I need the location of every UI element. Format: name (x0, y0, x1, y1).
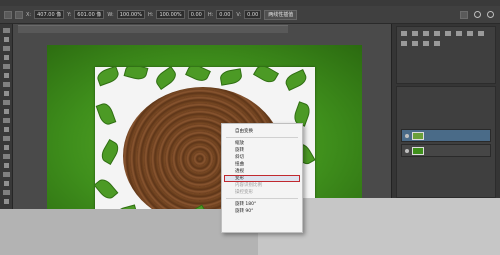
crop-tool-icon[interactable] (3, 64, 10, 69)
leaf-decoration (95, 67, 121, 87)
leaf-decoration (95, 101, 117, 127)
path-select-icon[interactable] (3, 172, 10, 177)
x-label: X: (26, 11, 32, 18)
context-menu-item[interactable]: 旋转 (222, 147, 302, 154)
context-menu-item: 内容识别比例 (235, 183, 262, 188)
gradient-tool-icon[interactable] (4, 127, 9, 132)
black-white-icon[interactable] (478, 31, 484, 36)
history-brush-icon[interactable] (4, 109, 9, 114)
posterize-icon[interactable] (434, 41, 440, 46)
vibrance-icon[interactable] (445, 31, 451, 36)
menu-separator (226, 137, 298, 138)
width-field[interactable]: 100.00% (116, 10, 145, 19)
y-label: Y: (67, 11, 72, 18)
hand-tool-icon[interactable] (3, 190, 10, 195)
h-label: H: (147, 11, 154, 18)
context-menu-item[interactable]: 斜切 (222, 154, 302, 161)
layer-row-1[interactable] (401, 129, 491, 142)
context-menu-item[interactable]: 旋转 90° (222, 208, 302, 215)
layer-thumbnail (412, 147, 424, 155)
eraser-tool-icon[interactable] (3, 118, 10, 123)
transform-context-menu: 自由变换缩放 旋转 斜切 扭曲 透视 变形 内容识别比例 操控变形旋转 180° 旋转 90° (221, 123, 303, 233)
leaf-decoration (123, 67, 149, 82)
healing-tool-icon[interactable] (3, 82, 10, 87)
cancel-transform-icon[interactable] (474, 11, 481, 18)
brush-tool-icon[interactable] (4, 91, 9, 96)
h-skew-field[interactable]: 0.00 (216, 10, 234, 19)
eyedropper-tool-icon[interactable] (4, 73, 9, 78)
leaf-decoration (252, 67, 280, 86)
leaf-decoration (95, 176, 119, 202)
leaf-decoration (152, 67, 180, 91)
blur-tool-icon[interactable] (3, 136, 10, 141)
hue-saturation-icon[interactable] (456, 31, 462, 36)
photo-filter-icon[interactable] (401, 41, 407, 46)
x-field[interactable]: 407.00 像 (34, 10, 65, 19)
commit-transform-icon[interactable] (487, 11, 494, 18)
layer-thumbnail (412, 132, 424, 140)
dodge-tool-icon[interactable] (4, 145, 9, 150)
channel-mixer-icon[interactable] (412, 41, 418, 46)
reference-point-icon[interactable] (15, 10, 23, 19)
options-bar: X: 407.00 像 Y: 601.00 像 W: 100.00% H: 10… (0, 6, 500, 24)
curves-icon[interactable] (423, 31, 429, 36)
layer-row-background[interactable] (401, 144, 491, 157)
context-menu-item[interactable]: 透视 (222, 168, 302, 175)
context-menu-item: 操控变形 (235, 190, 253, 195)
zoom-tool-icon[interactable] (4, 199, 9, 204)
invert-icon[interactable] (423, 41, 429, 46)
pen-tool-icon[interactable] (3, 154, 10, 159)
brightness-icon[interactable] (401, 31, 407, 36)
marquee-tool-icon[interactable] (4, 37, 9, 42)
v-skew-label: V: (236, 11, 242, 18)
type-tool-icon[interactable] (4, 163, 9, 168)
v-skew-field[interactable]: 0.00 (244, 10, 262, 19)
warp-mode-icon[interactable] (460, 10, 468, 19)
rotate-field[interactable]: 0.00 (187, 10, 205, 19)
y-field[interactable]: 601.00 像 (74, 10, 105, 19)
h-skew-label: H: (207, 11, 214, 18)
layers-panel (396, 86, 496, 198)
visibility-eye-icon[interactable] (405, 149, 409, 153)
exposure-icon[interactable] (434, 31, 440, 36)
transform-tool-icon[interactable] (4, 10, 12, 19)
leaf-decoration (218, 68, 244, 86)
leaf-decoration (283, 69, 309, 91)
context-menu-item[interactable]: 缩放 (222, 140, 302, 147)
w-label: W: (107, 11, 114, 18)
leaf-decoration (185, 67, 211, 84)
leaf-decoration (98, 138, 122, 166)
interpolation-select[interactable]: 两线性插值 (264, 9, 298, 20)
quick-select-tool-icon[interactable] (4, 55, 9, 60)
height-field[interactable]: 100.00% (156, 10, 185, 19)
levels-icon[interactable] (412, 31, 418, 36)
stamp-tool-icon[interactable] (3, 100, 10, 105)
context-menu-item[interactable]: 扭曲 (222, 161, 302, 168)
shape-tool-icon[interactable] (4, 181, 9, 186)
lasso-tool-icon[interactable] (3, 46, 10, 51)
document-tab[interactable] (18, 25, 288, 33)
adjustments-panel (396, 26, 496, 84)
move-tool-icon[interactable] (3, 28, 10, 33)
visibility-eye-icon[interactable] (405, 134, 409, 138)
color-balance-icon[interactable] (467, 31, 473, 36)
context-menu-item[interactable]: 变形 (224, 175, 300, 182)
menu-separator (226, 198, 298, 199)
context-menu-item[interactable]: 旋转 180° (222, 201, 302, 208)
context-menu-item[interactable]: 自由变换 (222, 128, 302, 135)
